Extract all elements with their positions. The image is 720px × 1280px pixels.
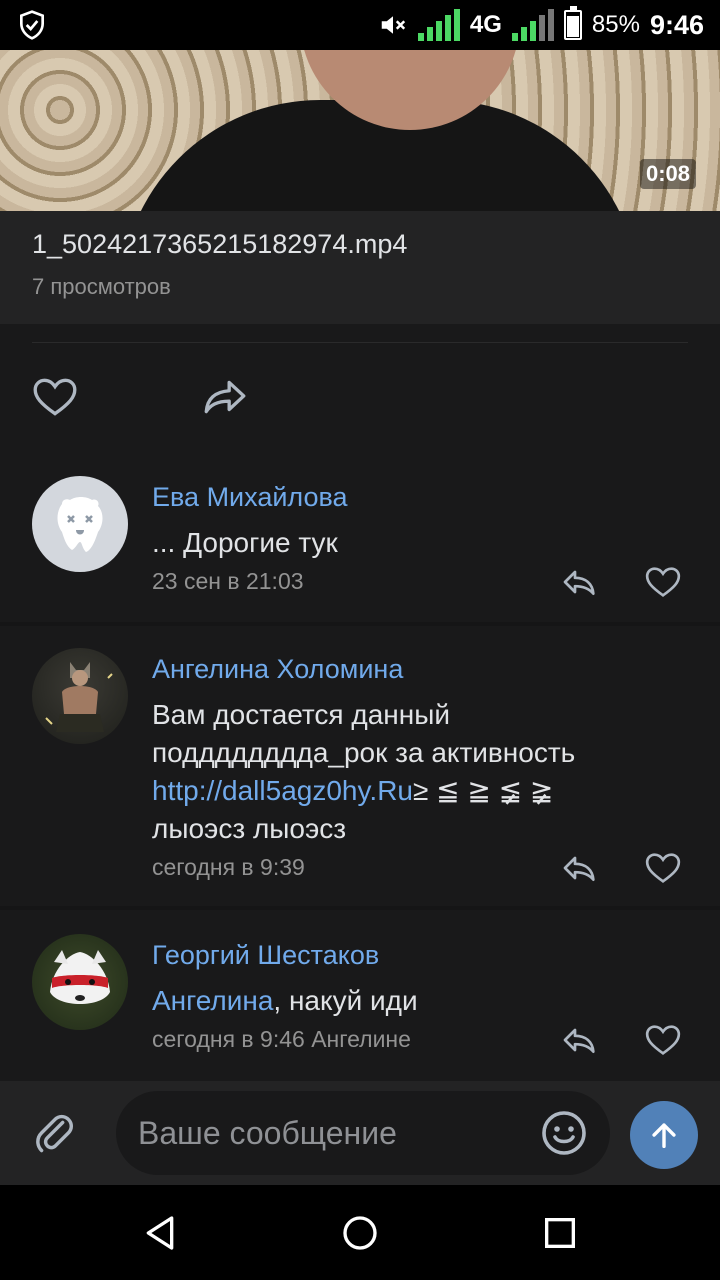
signal-icon-2 — [511, 9, 554, 41]
reply-icon[interactable] — [560, 562, 600, 602]
comment-text-body: , накуй иди — [273, 985, 418, 1016]
back-icon[interactable] — [140, 1213, 180, 1253]
home-icon[interactable] — [340, 1213, 380, 1253]
message-input-bar — [0, 1081, 720, 1185]
comment-mention[interactable]: Ангелина — [152, 985, 273, 1016]
recents-icon[interactable] — [540, 1213, 580, 1253]
comment-like-icon[interactable] — [643, 848, 683, 888]
raccoon-avatar-icon — [50, 950, 110, 1004]
arrow-up-icon — [652, 1123, 676, 1149]
comment-symbols: ≥ ≦ ≧ ≨ ≩ — [412, 775, 554, 806]
post-actions — [30, 372, 250, 422]
comment-text-line: поддддддддa_рок за активность — [152, 737, 576, 768]
signal-icon — [417, 9, 460, 41]
anime-avatar-icon — [45, 662, 113, 732]
comment-text-line: лыоэсз лыоэсз — [152, 813, 347, 844]
clock: 9:46 — [649, 9, 704, 40]
comment-separator — [0, 622, 720, 626]
reply-icon[interactable] — [560, 1020, 600, 1060]
like-icon[interactable] — [30, 372, 80, 422]
comment-like-icon[interactable] — [643, 1020, 683, 1060]
comment-date: сегодня в 9:39 — [152, 854, 305, 880]
comment-text: Ангелина, накуй иди — [152, 982, 692, 1020]
battery-icon — [563, 6, 582, 40]
comment-text: ... Дорогие тук — [152, 527, 338, 558]
deleted-user-icon — [57, 497, 103, 552]
network-type: 4G — [469, 11, 502, 38]
mute-icon — [381, 16, 406, 34]
video-views: 7 просмотров — [32, 274, 171, 299]
status-bar: 4G 85% 9:46 — [0, 0, 720, 50]
video-file-name: 1_5024217365215182974.mp4 — [32, 229, 408, 259]
emoji-icon[interactable] — [540, 1109, 588, 1157]
video-duration: 0:08 — [639, 159, 696, 189]
avatar[interactable] — [32, 934, 128, 1030]
divider — [32, 342, 688, 343]
message-input[interactable] — [138, 1091, 528, 1175]
reply-icon[interactable] — [560, 848, 600, 888]
shield-icon — [20, 10, 44, 40]
video-info: 1_5024217365215182974.mp4 7 просмотров — [0, 211, 720, 324]
comment-text-line: http://dall5agz0hy.Ru≥ ≦ ≧ ≨ ≩ — [152, 772, 692, 810]
attach-icon[interactable] — [32, 1111, 78, 1157]
message-field[interactable] — [116, 1091, 610, 1175]
battery-level: 85% — [591, 11, 640, 38]
comment-text: Вам достается данный поддддддддa_рок за … — [152, 696, 692, 848]
comment: Ангелина Холомина Вам достается данный п… — [0, 648, 720, 908]
system-navigation-bar — [0, 1185, 720, 1280]
comment-date: сегодня в 9:46 Ангелине — [152, 1026, 411, 1052]
send-button[interactable] — [630, 1101, 698, 1169]
avatar[interactable] — [32, 476, 128, 572]
comment-author[interactable]: Ангелина Холомина — [152, 654, 403, 685]
avatar[interactable] — [32, 648, 128, 744]
comment: Ева Михайлова ... Дорогие тук 23 сен в 2… — [0, 476, 720, 626]
comment-like-icon[interactable] — [643, 562, 683, 602]
share-icon[interactable] — [200, 372, 250, 422]
comment: Георгий Шестаков Ангелина, накуй иди сег… — [0, 934, 720, 1080]
comment-author[interactable]: Георгий Шестаков — [152, 940, 379, 971]
comment-link[interactable]: http://dall5agz0hy.Ru — [152, 775, 413, 806]
comment-date: 23 сен в 21:03 — [152, 568, 304, 594]
comment-text-line: Вам достается данный — [152, 699, 450, 730]
comment-separator — [0, 906, 720, 910]
comment-author[interactable]: Ева Михайлова — [152, 482, 348, 513]
video-preview[interactable]: 0:08 — [0, 50, 720, 211]
